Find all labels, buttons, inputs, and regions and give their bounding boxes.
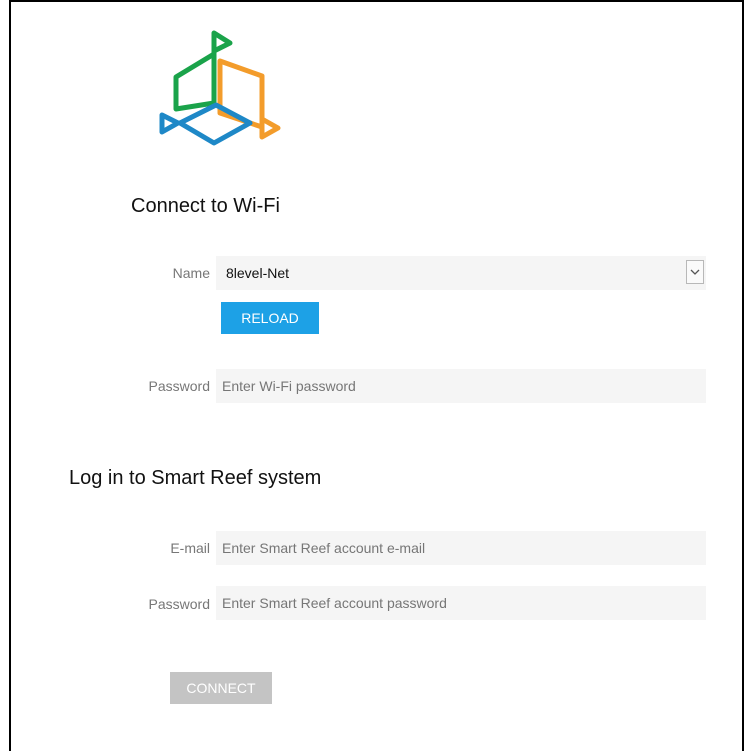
account-password-input[interactable]: Enter Smart Reef account password	[216, 586, 706, 620]
connect-button[interactable]: CONNECT	[170, 672, 272, 704]
network-selected-value: 8level-Net	[226, 265, 290, 281]
account-password-label: Password	[148, 596, 210, 612]
wifi-heading: Connect to Wi-Fi	[131, 195, 280, 217]
chevron-down-icon[interactable]	[686, 260, 704, 284]
network-select[interactable]: 8level-Net	[216, 256, 706, 290]
login-heading: Log in to Smart Reef system	[69, 467, 322, 489]
wifi-password-placeholder: Enter Wi-Fi password	[222, 378, 356, 394]
account-password-placeholder: Enter Smart Reef account password	[222, 595, 447, 611]
wifi-password-label: Password	[148, 378, 210, 394]
email-placeholder: Enter Smart Reef account e-mail	[222, 540, 426, 556]
email-input[interactable]: Enter Smart Reef account e-mail	[216, 531, 706, 565]
network-name-label: Name	[172, 265, 210, 281]
wifi-password-input[interactable]: Enter Wi-Fi password	[216, 369, 706, 403]
reload-button[interactable]: RELOAD	[221, 302, 319, 334]
smart-reef-logo	[159, 30, 281, 146]
email-label: E-mail	[170, 540, 210, 556]
